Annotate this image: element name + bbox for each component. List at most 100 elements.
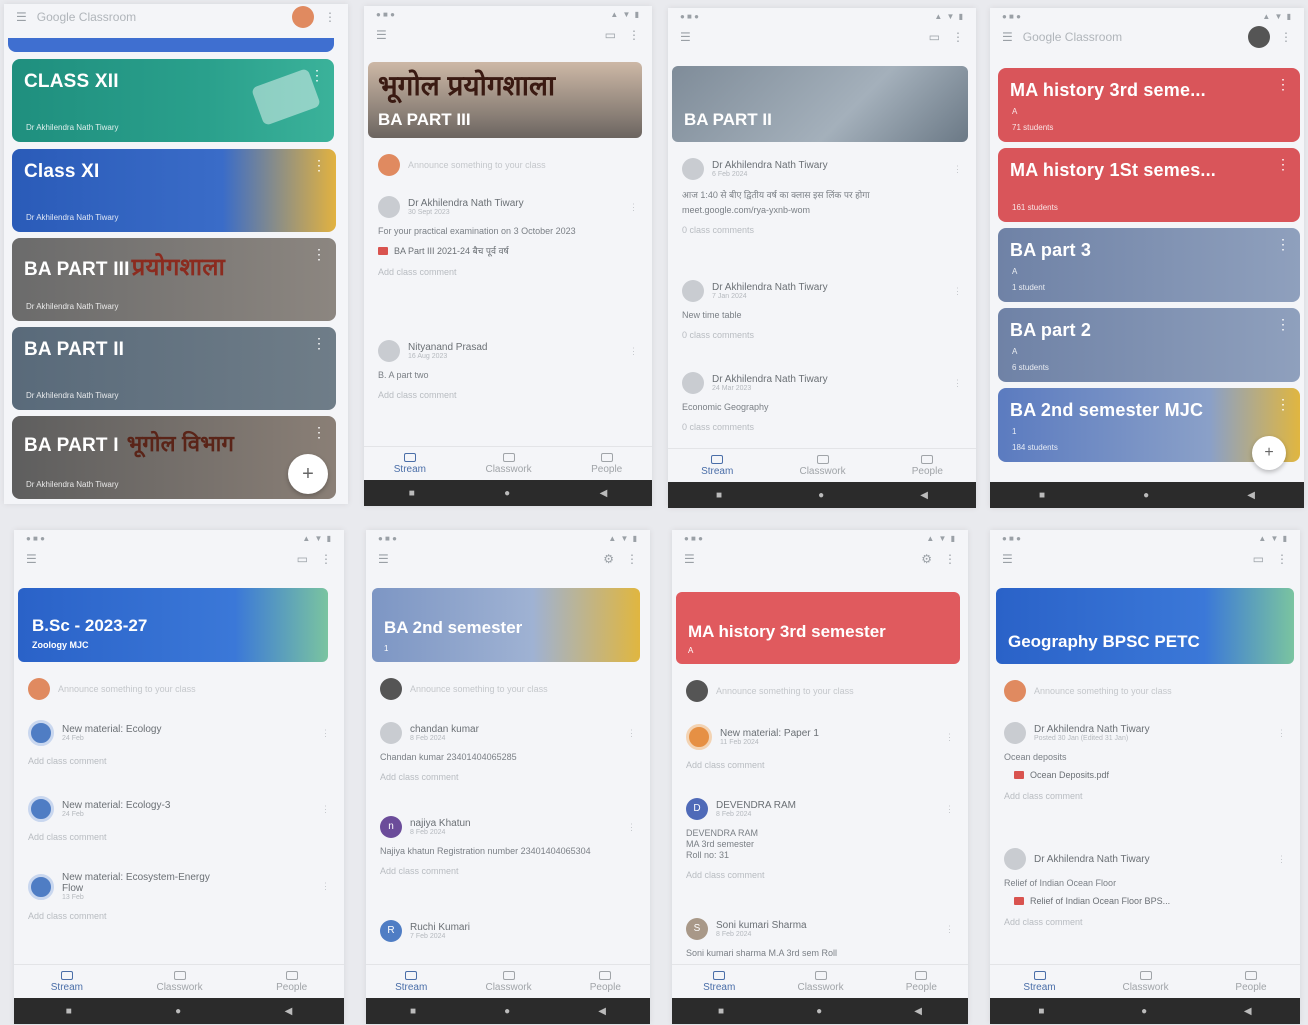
stream-post[interactable]: Dr Akhilendra Nath Tiwary ⋮ Relief of Ind… [1004, 848, 1286, 927]
class-card-class-xii[interactable]: CLASS XII Dr Akhilendra Nath Tiwary ⋮ [12, 59, 334, 142]
home-icon[interactable]: ● [816, 1006, 822, 1017]
video-icon[interactable]: ▭ [1253, 552, 1264, 566]
recents-icon[interactable]: ■ [66, 1006, 72, 1017]
stream-post[interactable]: Nityanand Prasad 16 Aug 2023 ⋮ B. A part t… [378, 340, 638, 400]
stream-post[interactable]: R Ruchi Kumari 7 Feb 2024 [380, 920, 636, 942]
announce-box[interactable]: Announce something to your class [686, 680, 954, 702]
tab-stream[interactable]: Stream [703, 970, 735, 993]
add-comment[interactable]: Add class comment [28, 911, 330, 921]
announce-box[interactable]: Announce something to your class [1004, 680, 1286, 702]
more-icon[interactable]: ⋮ [324, 10, 336, 24]
more-icon[interactable]: ⋮ [953, 378, 962, 389]
class-card-ma-history-3rd[interactable]: MA history 3rd seme... A 71 students ⋮ [998, 68, 1300, 142]
more-icon[interactable]: ⋮ [1276, 236, 1290, 253]
more-icon[interactable]: ⋮ [628, 28, 640, 42]
class-card-partial[interactable] [8, 38, 334, 52]
material-post[interactable]: New material: Paper 1 11 Feb 2024 ⋮ Add cl… [686, 724, 954, 770]
video-icon[interactable]: ▭ [605, 28, 616, 42]
menu-icon[interactable]: ☰ [376, 28, 387, 42]
home-icon[interactable]: ● [818, 490, 824, 501]
tab-people[interactable]: People [591, 452, 622, 475]
more-icon[interactable]: ⋮ [320, 552, 332, 566]
menu-icon[interactable]: ☰ [1002, 552, 1013, 566]
add-comment[interactable]: Add class comment [1004, 791, 1286, 801]
more-icon[interactable]: ⋮ [321, 881, 330, 892]
home-icon[interactable]: ● [504, 488, 510, 499]
stream-post[interactable]: Dr Akhilendra Nath Tiwary 24 Mar 2023 ⋮ Ec… [682, 372, 962, 432]
tab-people[interactable]: People [1235, 970, 1267, 993]
back-icon[interactable]: ◀ [600, 488, 608, 499]
more-icon[interactable]: ⋮ [945, 732, 954, 743]
add-comment[interactable]: Add class comment [1004, 917, 1286, 927]
material-post[interactable]: New material: Ecosystem-Energy Flow 13 Fe… [28, 872, 330, 921]
tab-people[interactable]: People [906, 970, 937, 993]
video-icon[interactable]: ▭ [929, 30, 940, 44]
more-icon[interactable]: ⋮ [953, 164, 962, 175]
back-icon[interactable]: ◀ [1244, 1006, 1252, 1017]
more-icon[interactable]: ⋮ [1276, 552, 1288, 566]
stream-post[interactable]: D DEVENDRA RAM 8 Feb 2024 ⋮ DEVENDRA RAM MA… [686, 798, 954, 880]
recents-icon[interactable]: ■ [718, 1006, 724, 1017]
more-icon[interactable]: ⋮ [321, 728, 330, 739]
recents-icon[interactable]: ■ [1039, 490, 1045, 501]
back-icon[interactable]: ◀ [1247, 490, 1255, 501]
recents-icon[interactable]: ■ [716, 490, 722, 501]
home-icon[interactable]: ● [175, 1006, 181, 1017]
menu-icon[interactable]: ☰ [26, 552, 37, 566]
menu-icon[interactable]: ☰ [680, 30, 691, 44]
more-icon[interactable]: ⋮ [1277, 854, 1286, 865]
back-icon[interactable]: ◀ [285, 1006, 293, 1017]
class-card-ba-part-ii[interactable]: BA PART II Dr Akhilendra Nath Tiwary ⋮ [12, 327, 336, 410]
class-comments[interactable]: 0 class comments [682, 225, 962, 235]
stream-post[interactable]: S Soni kumari Sharma 8 Feb 2024 ⋮ Soni kuma… [686, 918, 954, 958]
tab-classwork[interactable]: Classwork [485, 970, 532, 993]
class-card-ba-part-iii[interactable]: BA PART IIIप्रयोगशाला Dr Akhilendra Nath… [12, 238, 336, 321]
more-icon[interactable]: ⋮ [627, 728, 636, 739]
settings-icon[interactable]: ⚙ [921, 552, 932, 566]
stream-post[interactable]: n najiya Khatun 8 Feb 2024 ⋮ Najiya khatun … [380, 816, 636, 876]
menu-icon[interactable]: ☰ [378, 552, 389, 566]
material-post[interactable]: New material: Ecology 24 Feb ⋮ Add class c… [28, 720, 330, 766]
more-icon[interactable]: ⋮ [312, 335, 326, 352]
account-avatar[interactable] [1248, 26, 1270, 48]
tab-classwork[interactable]: Classwork [485, 452, 532, 475]
settings-icon[interactable]: ⚙ [603, 552, 614, 566]
add-comment[interactable]: Add class comment [686, 870, 954, 880]
more-icon[interactable]: ⋮ [1276, 76, 1290, 93]
add-comment[interactable]: Add class comment [378, 390, 638, 400]
announce-box[interactable]: Announce something to your class [28, 678, 330, 700]
more-icon[interactable]: ⋮ [321, 804, 330, 815]
attachment-chip[interactable]: Relief of Indian Ocean Floor BPS... [1014, 896, 1170, 906]
more-icon[interactable]: ⋮ [945, 804, 954, 815]
stream-post[interactable]: Dr Akhilendra Nath Tiwary 6 Feb 2024 ⋮ आज … [682, 158, 962, 235]
more-icon[interactable]: ⋮ [1280, 30, 1292, 44]
tab-stream[interactable]: Stream [394, 452, 426, 475]
add-comment[interactable]: Add class comment [28, 756, 330, 766]
add-comment[interactable]: Add class comment [686, 760, 954, 770]
tab-people[interactable]: People [912, 454, 943, 477]
recents-icon[interactable]: ■ [410, 1006, 416, 1017]
more-icon[interactable]: ⋮ [1276, 316, 1290, 333]
tab-stream[interactable]: Stream [395, 970, 427, 993]
more-icon[interactable]: ⋮ [312, 246, 326, 263]
menu-icon[interactable]: ☰ [16, 10, 27, 24]
add-comment[interactable]: Add class comment [380, 772, 636, 782]
more-icon[interactable]: ⋮ [626, 552, 638, 566]
home-icon[interactable]: ● [1141, 1006, 1147, 1017]
video-icon[interactable]: ▭ [297, 552, 308, 566]
tab-stream[interactable]: Stream [1023, 970, 1056, 993]
class-card-ba-part-i[interactable]: BA PART I भूगोल विभाग Dr Akhilendra Nath … [12, 416, 336, 499]
class-card-ba-part-3[interactable]: BA part 3 A 1 student ⋮ [998, 228, 1300, 302]
announce-box[interactable]: Announce something to your class [380, 678, 636, 700]
add-comment[interactable]: Add class comment [378, 267, 638, 277]
tab-stream[interactable]: Stream [51, 970, 83, 993]
material-post[interactable]: New material: Ecology-3 24 Feb ⋮ Add class… [28, 796, 330, 842]
stream-post[interactable]: Dr Akhilendra Nath Tiwary 30 Sept 2023 ⋮ F… [378, 196, 638, 277]
tab-classwork[interactable]: Classwork [1122, 970, 1169, 993]
more-icon[interactable]: ⋮ [1276, 156, 1290, 173]
tab-people[interactable]: People [590, 970, 621, 993]
class-card-ma-history-1st[interactable]: MA history 1St semes... 161 students ⋮ [998, 148, 1300, 222]
class-comments[interactable]: 0 class comments [682, 330, 962, 340]
tab-people[interactable]: People [276, 970, 307, 993]
more-icon[interactable]: ⋮ [629, 202, 638, 213]
